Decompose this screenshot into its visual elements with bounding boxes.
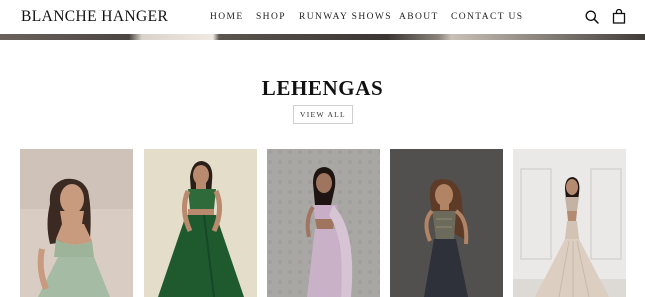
product-image — [144, 149, 257, 297]
product-card[interactable] — [144, 149, 257, 297]
nav-shop[interactable]: SHOP — [256, 12, 286, 22]
product-image — [513, 149, 626, 297]
section-title: LEHENGAS — [261, 76, 384, 100]
bag-icon[interactable] — [611, 8, 627, 25]
view-all-button[interactable]: VIEW ALL — [293, 105, 353, 124]
search-icon[interactable] — [584, 9, 600, 25]
product-card[interactable] — [513, 149, 626, 297]
hero-banner-strip — [0, 34, 645, 40]
nav-contact-us[interactable]: CONTACT US — [451, 12, 523, 22]
product-card[interactable] — [390, 149, 503, 297]
product-card[interactable] — [267, 149, 380, 297]
site-logo[interactable]: BLANCHE HANGER — [21, 8, 168, 26]
product-grid — [20, 149, 630, 297]
nav-runway-shows[interactable]: RUNWAY SHOWS — [299, 12, 392, 22]
product-image — [390, 149, 503, 297]
nav-home[interactable]: HOME — [210, 12, 244, 22]
site-header: BLANCHE HANGER HOME SHOP RUNWAY SHOWS AB… — [0, 0, 645, 34]
nav-about[interactable]: ABOUT — [399, 12, 439, 22]
product-image — [20, 149, 133, 297]
product-image — [267, 149, 380, 297]
product-card[interactable] — [20, 149, 133, 297]
